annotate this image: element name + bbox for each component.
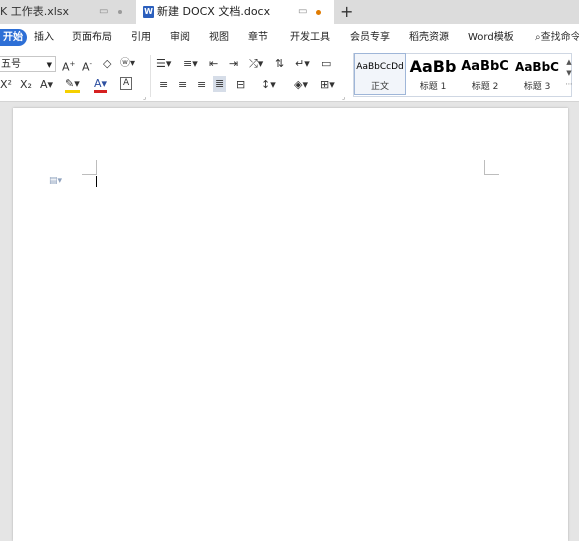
align-center-icon[interactable]: ≡ — [178, 77, 187, 93]
menu-bar: 开始 插入 页面布局 引用 审阅 视图 章节 开发工具 会员专享 稻壳资源 Wo… — [0, 24, 579, 51]
menu-word-templates[interactable]: Word模板 — [468, 24, 514, 51]
bullet-list-icon[interactable]: ☰▾ — [156, 56, 171, 72]
menu-insert[interactable]: 插入 — [34, 24, 54, 51]
align-left-icon[interactable]: ≡ — [159, 77, 168, 93]
ruler-icon[interactable]: ▭ — [321, 56, 331, 72]
chevron-down-icon[interactable]: ▼ — [563, 68, 575, 79]
font-size-value: 五号 — [1, 59, 21, 70]
menu-section[interactable]: 章节 — [248, 24, 268, 51]
show-marks-icon[interactable]: ↵▾ — [295, 56, 310, 72]
char-border-icon[interactable]: A — [120, 77, 133, 90]
style-heading-3[interactable]: AaBbC 标题 3 — [512, 54, 562, 94]
decrease-indent-icon[interactable]: ⇤ — [209, 56, 218, 72]
tab-spreadsheet[interactable]: K 工作表.xlsx ▭ — [0, 0, 134, 24]
more-icon[interactable]: ⋯ — [563, 79, 575, 90]
chevron-up-icon[interactable]: ▲ — [563, 57, 575, 68]
menu-developer[interactable]: 开发工具 — [290, 24, 330, 51]
text-cursor — [96, 176, 97, 187]
phonetic-guide-icon[interactable]: ⓦ▾ — [120, 56, 135, 72]
style-heading-1[interactable]: AaBb 标题 1 — [408, 54, 458, 94]
sort-icon[interactable]: ⇅ — [275, 56, 284, 72]
grow-font-icon[interactable]: A+ — [62, 56, 75, 76]
unsaved-dot-icon[interactable] — [316, 10, 321, 15]
tab-document[interactable]: W 新建 DOCX 文档.docx ▭ — [136, 0, 334, 24]
tab-label: K 工作表.xlsx — [0, 5, 70, 18]
chevron-down-icon: ▼ — [46, 61, 52, 69]
menu-page-layout[interactable]: 页面布局 — [72, 24, 112, 51]
borders-icon[interactable]: ⊞▾ — [320, 77, 335, 93]
line-spacing-icon[interactable]: ↕▾ — [261, 77, 276, 93]
style-heading-2[interactable]: AaBbC 标题 2 — [460, 54, 510, 94]
style-normal[interactable]: AaBbCcDd 正文 — [354, 53, 406, 95]
ribbon-divider — [150, 55, 151, 97]
menu-member[interactable]: 会员专享 — [350, 24, 390, 51]
subscript-icon[interactable]: X₂ — [20, 77, 32, 93]
clear-format-icon[interactable]: ◇ — [103, 56, 111, 72]
margin-corner-top-right — [484, 160, 499, 175]
styles-scroll[interactable]: ▲ ▼ ⋯ — [563, 57, 575, 90]
paragraph-layout-icon[interactable]: ▤▾ — [49, 176, 62, 186]
style-preview: AaBb — [409, 57, 457, 76]
word-doc-icon: W — [143, 6, 154, 18]
highlight-icon[interactable]: ✎▾ — [65, 77, 80, 93]
tab-label: 新建 DOCX 文档.docx — [157, 5, 271, 18]
shrink-font-icon[interactable]: A- — [82, 56, 92, 76]
numbered-list-icon[interactable]: ≡▾ — [183, 56, 198, 72]
justify-icon[interactable]: ≣ — [213, 76, 227, 92]
menu-references[interactable]: 引用 — [131, 24, 151, 51]
font-color-icon[interactable]: A▾ — [94, 77, 108, 93]
style-preview: AaBbC — [461, 59, 509, 74]
new-tab-button[interactable]: + — [340, 0, 353, 23]
distributed-align-icon[interactable]: ⊟ — [236, 77, 245, 93]
shading-icon[interactable]: ◈▾ — [294, 77, 308, 93]
search-label: 查找命令 — [540, 32, 579, 43]
menu-docer-resources[interactable]: 稻壳资源 — [409, 24, 449, 51]
text-effect-icon[interactable]: A▾ — [40, 77, 53, 93]
monitor-icon[interactable]: ▭ — [99, 0, 108, 24]
style-preview: AaBbC — [515, 60, 559, 74]
chinese-layout-icon[interactable]: ⤮▾ — [249, 56, 263, 72]
style-name: 标题 3 — [523, 82, 551, 92]
style-preview: AaBbCcDd — [356, 62, 404, 72]
font-size-select[interactable]: 五号 ▼ — [0, 56, 56, 72]
increase-indent-icon[interactable]: ⇥ — [229, 56, 238, 72]
style-name: 正文 — [370, 82, 389, 92]
superscript-icon[interactable]: X² — [0, 77, 12, 93]
search-command[interactable]: ⌕查找命令 — [535, 24, 579, 51]
menu-start[interactable]: 开始 — [0, 29, 27, 46]
menu-view[interactable]: 视图 — [209, 24, 229, 51]
style-name: 标题 1 — [419, 82, 447, 92]
close-dot-icon[interactable] — [118, 10, 122, 14]
align-right-icon[interactable]: ≡ — [197, 77, 206, 93]
margin-corner-top-left — [82, 160, 97, 175]
monitor-icon[interactable]: ▭ — [298, 0, 307, 24]
menu-review[interactable]: 审阅 — [170, 24, 190, 51]
style-name: 标题 2 — [471, 82, 499, 92]
tab-bar: K 工作表.xlsx ▭ W 新建 DOCX 文档.docx ▭ + — [0, 0, 579, 24]
styles-gallery: AaBbCcDd 正文 AaBb 标题 1 AaBbC 标题 2 AaBbC 标… — [353, 53, 572, 97]
